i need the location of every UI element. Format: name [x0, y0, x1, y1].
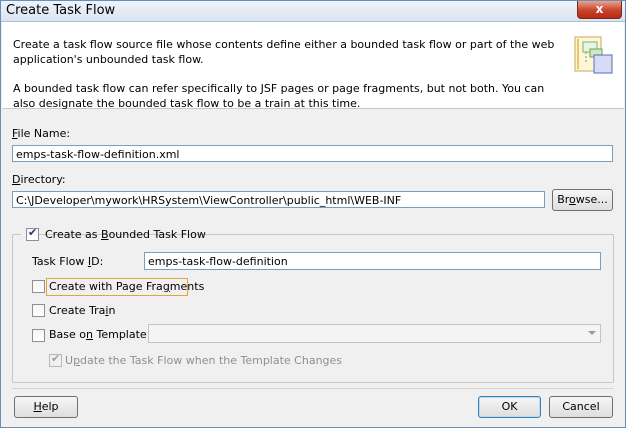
description-text-2: A bounded task flow can refer specifical… [13, 82, 545, 110]
update-task-flow-checkbox[interactable] [49, 352, 62, 367]
base-on-template-checkbox[interactable] [32, 329, 45, 342]
create-task-flow-dialog: Create Task Flow x Create a task flow so… [0, 0, 626, 428]
directory-label: Directory: [12, 173, 66, 186]
page-fragments-checkbox[interactable] [32, 280, 45, 293]
close-icon: x [595, 2, 604, 16]
template-dropdown[interactable] [148, 324, 601, 343]
create-bounded-task-flow-label: Create as Bounded Task Flow [45, 228, 206, 241]
page-fragments-label[interactable]: Create with Page Fragments [49, 280, 204, 293]
footer-divider [12, 388, 614, 389]
create-bounded-task-flow-checkbox[interactable] [26, 226, 39, 241]
close-button[interactable]: x [577, 1, 622, 19]
create-train-checkbox[interactable] [32, 304, 45, 317]
task-flow-wizard-icon [574, 36, 613, 74]
create-bounded-task-flow-option[interactable]: Create as Bounded Task Flow [21, 226, 206, 241]
help-button[interactable]: Help [14, 396, 78, 418]
ok-button[interactable]: OK [478, 396, 541, 418]
directory-field[interactable]: C:\JDeveloper\mywork\HRSystem\ViewContro… [12, 191, 545, 208]
dialog-title: Create Task Flow [6, 3, 116, 18]
base-on-template-label[interactable]: Base on Template: [49, 328, 150, 341]
create-train-label[interactable]: Create Train [49, 304, 115, 317]
browse-button[interactable]: Browse... [552, 189, 613, 211]
description-panel: Create a task flow source file whose con… [2, 22, 624, 110]
update-task-flow-label: Update the Task Flow when the Template C… [65, 354, 343, 367]
cancel-button[interactable]: Cancel [549, 396, 613, 418]
task-flow-id-label: Task Flow ID: [32, 255, 104, 268]
chevron-down-icon [588, 331, 596, 335]
title-bar: Create Task Flow x [1, 1, 625, 22]
file-name-label: File Name: [12, 127, 71, 140]
task-flow-id-field[interactable]: emps-task-flow-definition [144, 252, 601, 270]
file-name-field[interactable]: emps-task-flow-definition.xml [12, 145, 613, 162]
description-text-1: Create a task flow source file whose con… [13, 38, 555, 66]
